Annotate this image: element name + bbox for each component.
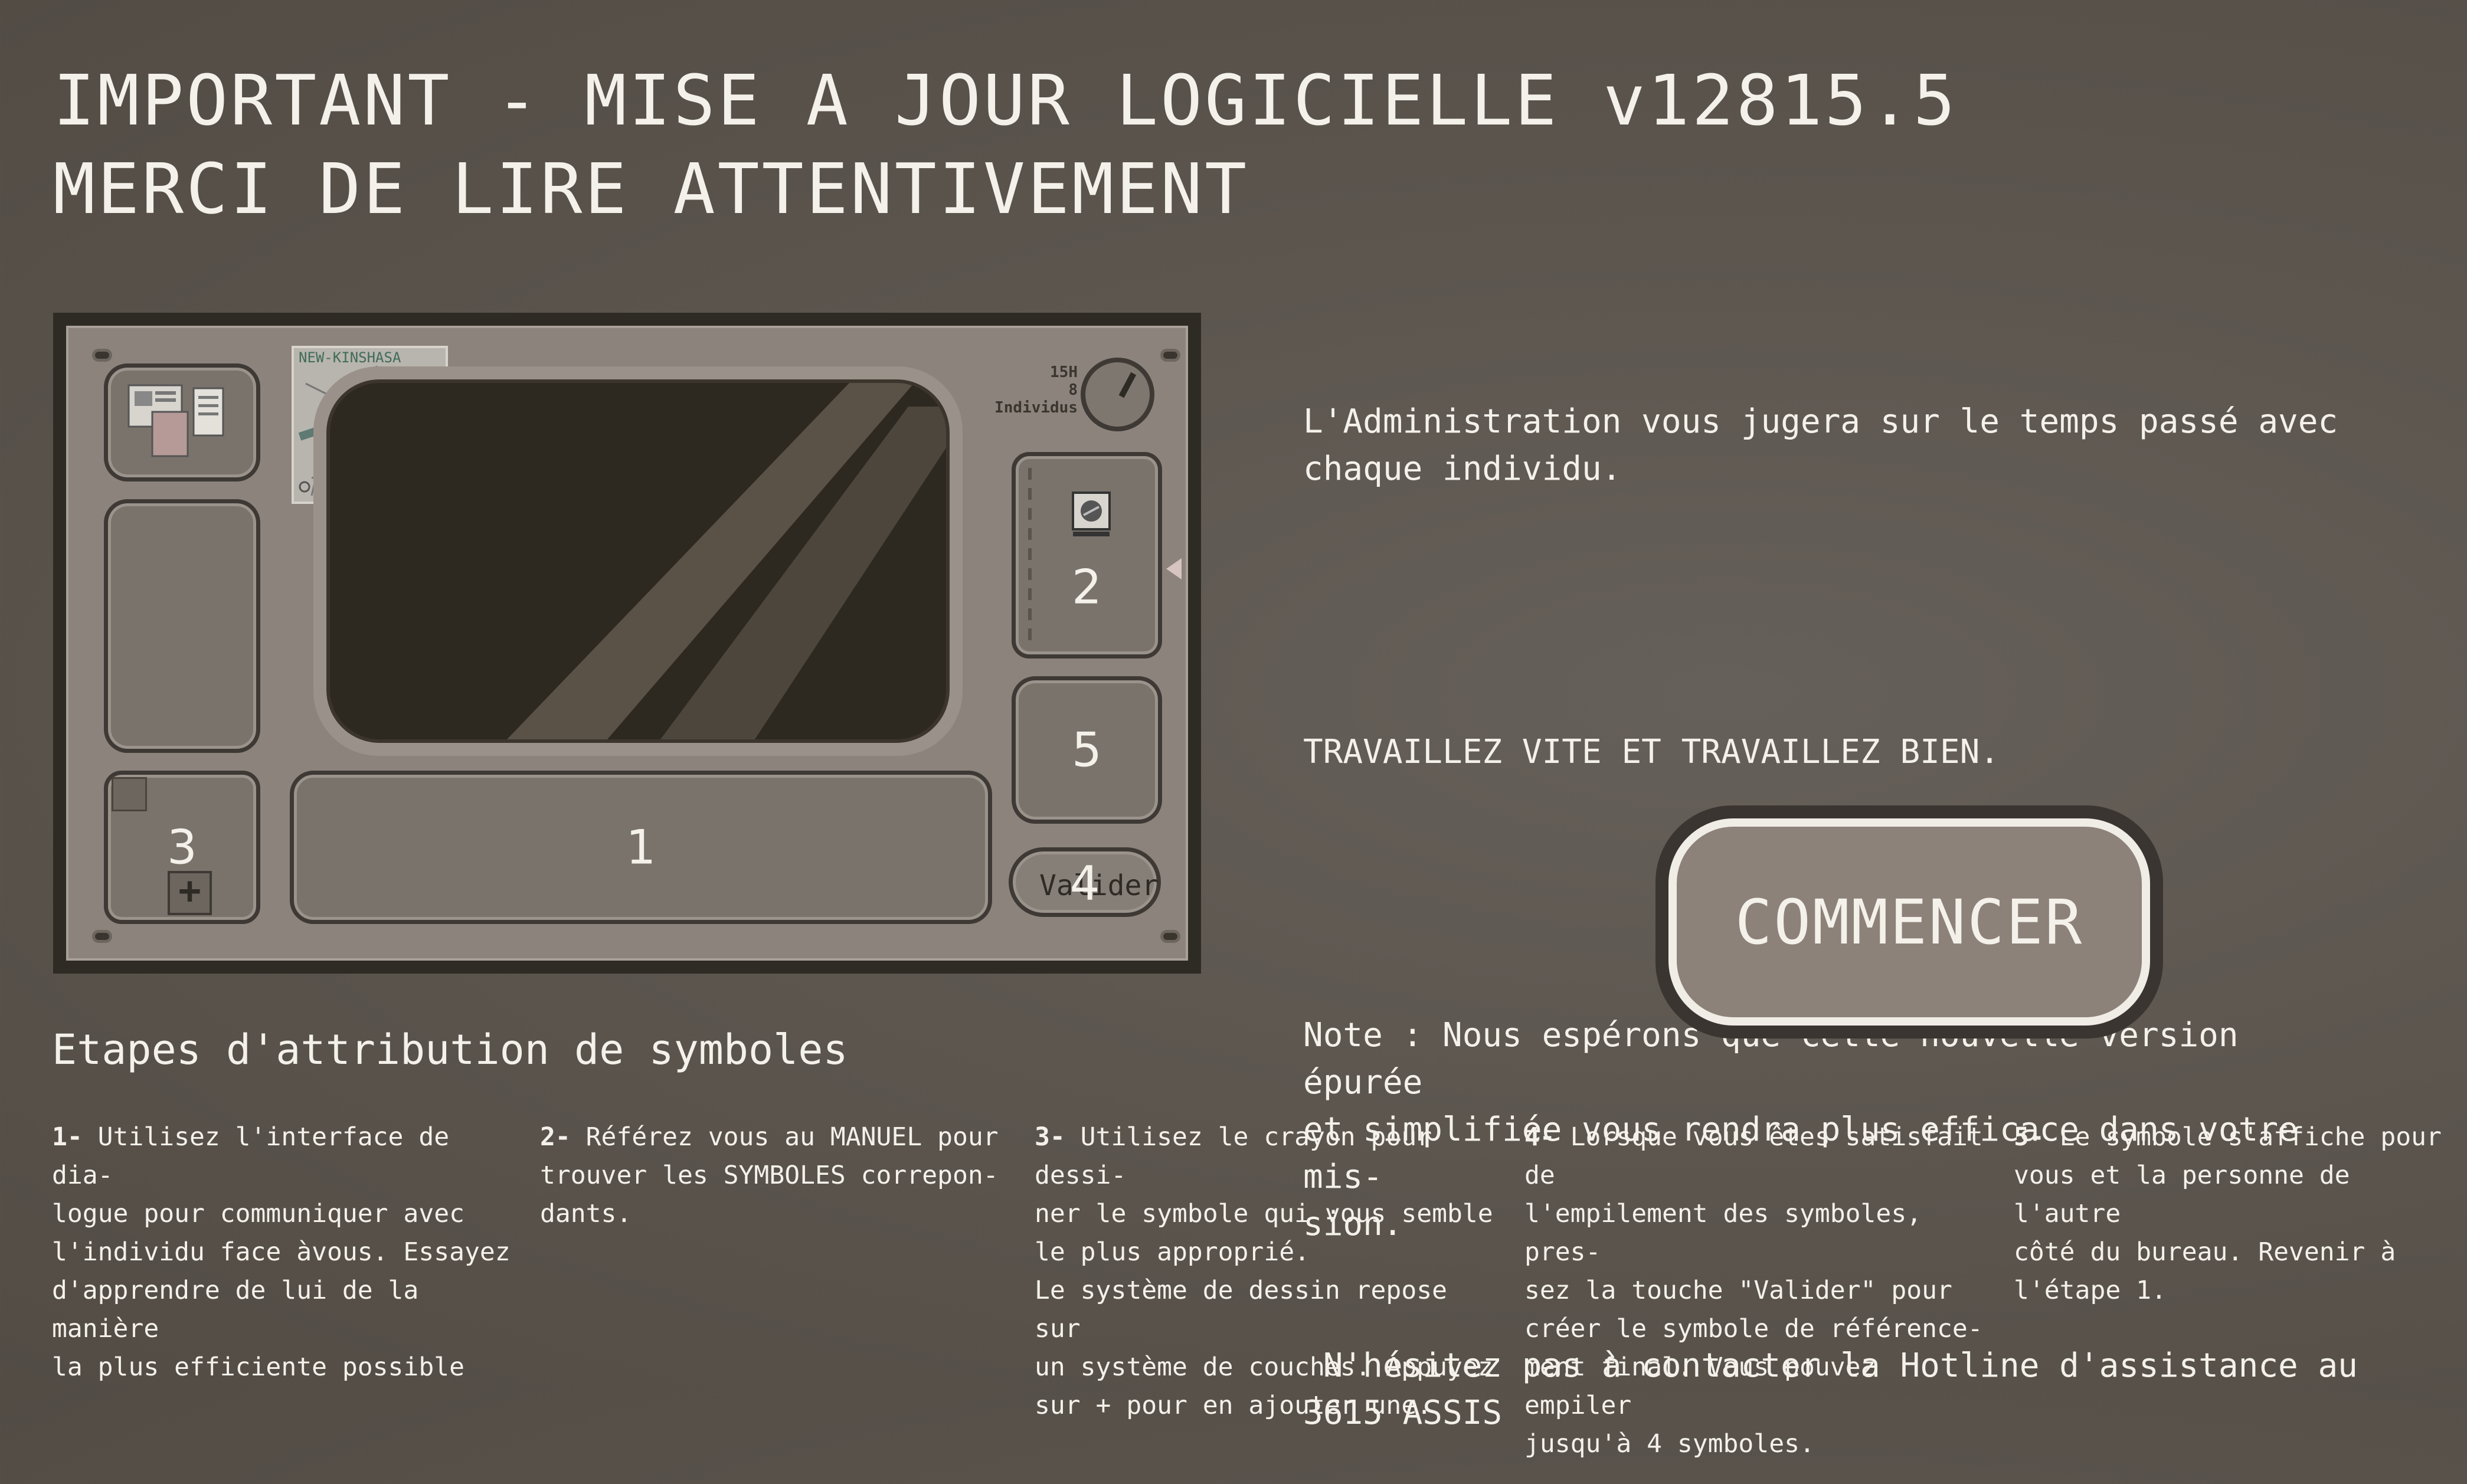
update-title: IMPORTANT - MISE A JOUR LOGICIELLE v1281… <box>53 56 1958 233</box>
display-panel-5: 5 <box>1012 676 1162 824</box>
hud-readout: 15H 8 Individus <box>974 363 1078 417</box>
panel-number-2: 2 <box>1072 559 1102 615</box>
title-line-1: IMPORTANT - MISE A JOUR LOGICIELLE v1281… <box>53 60 1958 141</box>
info-evaluation: L'Administration vous jugera sur le temp… <box>1303 402 2338 488</box>
step-text: Référez vous au MANUEL pour trouver les … <box>540 1122 999 1229</box>
validate-button[interactable]: Valider 4 <box>1009 847 1161 917</box>
start-button[interactable]: COMMENCER <box>1655 805 2163 1039</box>
step-5: 5- Le symbole s'affiche pour vous et la … <box>2014 1118 2450 1310</box>
clock-dial-icon <box>1081 358 1154 431</box>
step-3: 3- Utilisez le crayon pour dessi- ner le… <box>1035 1118 1507 1425</box>
add-layer-button[interactable]: + <box>168 871 212 915</box>
start-button-label[interactable]: COMMENCER <box>1668 818 2150 1026</box>
step-2: 2- Référez vous au MANUEL pour trouver l… <box>540 1118 1012 1233</box>
step-number: 3- <box>1035 1122 1065 1152</box>
step-number: 5- <box>2014 1122 2044 1152</box>
step-text: Lorsque vous êtes satisfait de l'empilem… <box>1524 1122 1983 1459</box>
console-panel: NEW-KINSHASA 15H 8 Individus 2 5 3 + 1 V… <box>66 326 1188 961</box>
panel-number-3: 3 <box>167 820 197 875</box>
screw-icon <box>92 930 112 943</box>
steps-heading: Etapes d'attribution de symboles <box>52 1026 848 1074</box>
screw-icon <box>1160 349 1180 362</box>
step-number: 4- <box>1524 1122 1555 1152</box>
step-text: Le symbole s'affiche pour vous et la per… <box>2014 1122 2442 1305</box>
spiral-binding <box>1028 468 1032 645</box>
hud-time: 15H <box>1050 363 1078 381</box>
dialogue-panel[interactable]: 1 <box>290 771 992 924</box>
documents-panel <box>104 363 260 481</box>
step-number: 1- <box>52 1122 83 1152</box>
hud-count: 8 <box>1068 381 1078 399</box>
step-number: 2- <box>540 1122 571 1152</box>
side-panel <box>104 499 260 753</box>
screen-reflection <box>507 383 946 739</box>
step-text: Utilisez l'interface de dia- logue pour … <box>52 1122 511 1382</box>
pencil-icon[interactable] <box>112 777 147 811</box>
screw-icon <box>92 349 112 362</box>
manual-panel[interactable]: 2 <box>1012 452 1162 659</box>
step-text: Utilisez le crayon pour dessi- ner le sy… <box>1035 1122 1493 1420</box>
step-4: 4- Lorsque vous êtes satisfait de l'empi… <box>1524 1118 1997 1463</box>
interface-diagram: NEW-KINSHASA 15H 8 Individus 2 5 3 + 1 V… <box>53 313 1201 974</box>
hud-label: Individus <box>994 399 1078 417</box>
panel-number-4: 4 <box>1069 856 1100 911</box>
title-line-2: MERCI DE LIRE ATTENTIVEMENT <box>53 148 1249 230</box>
arrow-left-icon <box>1166 558 1182 579</box>
screen-glass <box>326 379 950 743</box>
step-1: 1- Utilisez l'interface de dia- logue po… <box>52 1118 524 1387</box>
manual-icon <box>1072 492 1111 536</box>
main-screen <box>313 366 963 756</box>
screw-icon <box>1160 930 1180 943</box>
panel-number-5: 5 <box>1072 722 1102 778</box>
panel-number-1: 1 <box>626 820 656 875</box>
documents-icon <box>127 384 224 457</box>
info-motto: TRAVAILLEZ VITE ET TRAVAILLEZ BIEN. <box>1303 733 2000 771</box>
